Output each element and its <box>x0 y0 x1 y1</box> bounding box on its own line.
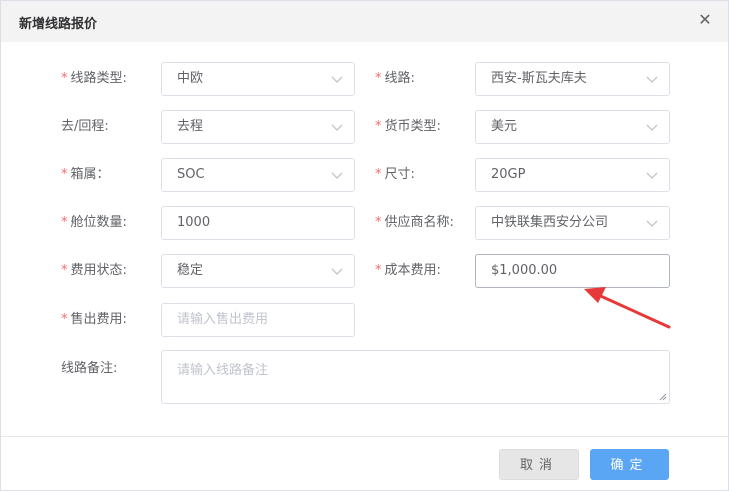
fee-status-select[interactable]: 稳定 <box>161 254 355 288</box>
supplier-select[interactable]: 中铁联集西安分公司 <box>475 206 670 240</box>
required-mark: * <box>61 167 68 182</box>
chevron-down-icon <box>331 76 343 83</box>
dialog-header: 新增线路报价 ✕ <box>1 1 728 42</box>
sale-placeholder: 请输入售出费用 <box>177 312 269 327</box>
size-select[interactable]: 20GP <box>475 158 670 192</box>
slot-qty-label-text: 舱位数量: <box>70 215 127 230</box>
sale-input[interactable]: 请输入售出费用 <box>161 303 355 337</box>
route-select[interactable]: 西安-斯瓦夫库夫 <box>475 62 670 96</box>
remark-label: 线路备注: <box>61 361 118 376</box>
chevron-down-icon <box>646 76 658 83</box>
direction-select[interactable]: 去程 <box>161 110 355 144</box>
cost-value: $1,000.00 <box>491 263 558 278</box>
supplier-value: 中铁联集西安分公司 <box>491 215 609 230</box>
remark-textarea[interactable]: 请输入线路备注 <box>161 350 670 404</box>
confirm-button[interactable]: 确定 <box>590 449 669 480</box>
route-value: 西安-斯瓦夫库夫 <box>491 71 587 86</box>
add-route-quote-dialog: 新增线路报价 ✕ * 线路类型: 中欧 * 线路: 西安-斯瓦夫库夫 去/回程: 去… <box>0 0 729 491</box>
sale-label: * 售出费用: <box>61 303 127 337</box>
currency-select[interactable]: 美元 <box>475 110 670 144</box>
currency-label-text: 货币类型: <box>384 119 441 134</box>
chevron-down-icon <box>646 172 658 179</box>
required-mark: * <box>61 312 68 327</box>
slot-qty-value: 1000 <box>177 215 211 230</box>
fee-status-label-text: 费用状态: <box>70 263 127 278</box>
chevron-down-icon <box>646 220 658 227</box>
resize-handle-icon[interactable] <box>659 393 667 401</box>
required-mark: * <box>61 263 68 278</box>
fee-status-label: * 费用状态: <box>61 254 127 288</box>
slot-qty-label: * 舱位数量: <box>61 206 127 240</box>
chevron-down-icon <box>331 124 343 131</box>
fee-status-value: 稳定 <box>177 263 204 278</box>
required-mark: * <box>375 263 382 278</box>
container-owner-value: SOC <box>177 167 205 182</box>
route-label: * 线路: <box>375 62 415 96</box>
route-type-label-text: 线路类型: <box>70 71 127 86</box>
required-mark: * <box>375 167 382 182</box>
footer-divider <box>1 436 728 437</box>
required-mark: * <box>61 215 68 230</box>
required-mark: * <box>61 71 68 86</box>
required-mark: * <box>375 119 382 134</box>
cancel-button[interactable]: 取消 <box>499 449 579 480</box>
size-value: 20GP <box>491 167 526 182</box>
route-type-label: * 线路类型: <box>61 62 127 96</box>
close-icon[interactable]: ✕ <box>696 11 714 29</box>
required-mark: * <box>375 215 382 230</box>
supplier-label-text: 供应商名称: <box>384 215 454 230</box>
container-owner-label-text: 箱属： <box>70 167 110 182</box>
size-label-text: 尺寸: <box>384 167 415 182</box>
sale-label-text: 售出费用: <box>70 312 127 327</box>
route-label-text: 线路: <box>384 71 415 86</box>
dialog-title: 新增线路报价 <box>19 17 98 32</box>
red-arrow-annotation <box>584 287 671 329</box>
cost-label: * 成本费用: <box>375 254 441 288</box>
route-type-select[interactable]: 中欧 <box>161 62 355 96</box>
supplier-label: * 供应商名称: <box>375 206 454 240</box>
remark-placeholder: 请输入线路备注 <box>177 363 269 378</box>
container-owner-select[interactable]: SOC <box>161 158 355 192</box>
currency-label: * 货币类型: <box>375 110 441 144</box>
route-type-value: 中欧 <box>177 71 204 86</box>
chevron-down-icon <box>331 268 343 275</box>
chevron-down-icon <box>331 172 343 179</box>
slot-qty-input[interactable]: 1000 <box>161 206 355 240</box>
container-owner-label: * 箱属： <box>61 158 110 192</box>
direction-label: 去/回程: <box>61 119 109 134</box>
size-label: * 尺寸: <box>375 158 415 192</box>
chevron-down-icon <box>646 124 658 131</box>
cost-label-text: 成本费用: <box>384 263 441 278</box>
currency-value: 美元 <box>491 119 518 134</box>
direction-value: 去程 <box>177 119 204 134</box>
required-mark: * <box>375 71 382 86</box>
